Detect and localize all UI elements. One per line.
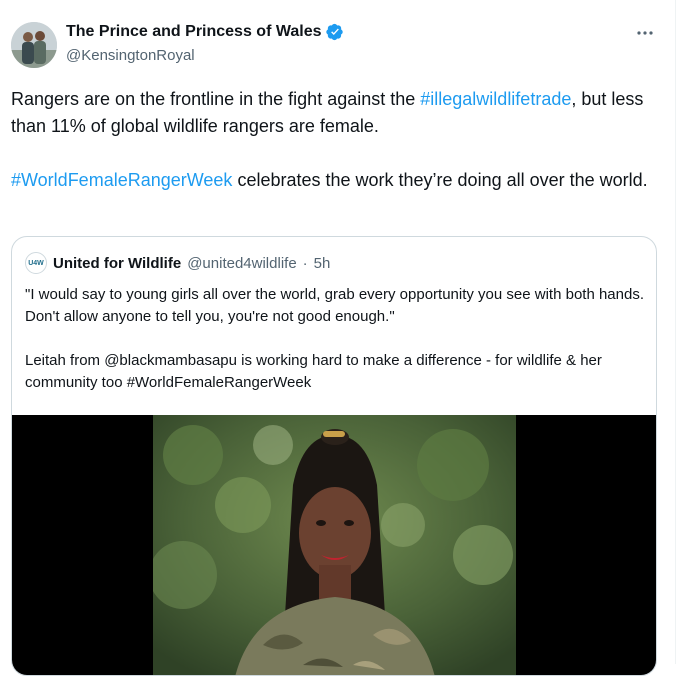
quoted-separator: · (302, 254, 308, 272)
avatar[interactable] (11, 22, 57, 68)
avatar-photo (11, 22, 57, 68)
quoted-handle[interactable]: @united4wildlife (187, 255, 296, 272)
tweet-paragraph: #WorldFemaleRangerWeek celebrates the wo… (11, 167, 667, 194)
more-options-button[interactable] (634, 22, 656, 44)
more-options-icon (637, 31, 653, 35)
quoted-display-name[interactable]: United for Wildlife (53, 255, 181, 272)
tweet-text-part: celebrates the work they’re doing all ov… (232, 170, 648, 190)
quoted-paragraph: Leitah from @blackmambasapu is working h… (25, 352, 602, 391)
quoted-tweet-header: U4W United for Wildlife @united4wildlife… (25, 252, 330, 274)
author-handle[interactable]: @KensingtonRoyal (66, 47, 195, 64)
video-frame (153, 415, 516, 675)
tweet-text: Rangers are on the frontline in the figh… (11, 86, 667, 194)
hashtag-link[interactable]: #WorldFemaleRangerWeek (11, 170, 232, 190)
author-name-row: The Prince and Princess of Wales (66, 23, 344, 41)
hashtag-link[interactable]: #illegalwildlifetrade (420, 89, 571, 109)
video-still-image (153, 415, 516, 675)
tweet-paragraph: Rangers are on the frontline in the figh… (11, 86, 667, 140)
quoted-avatar[interactable]: U4W (25, 252, 47, 274)
quoted-video[interactable] (12, 415, 656, 675)
quoted-timestamp[interactable]: 5h (314, 255, 331, 272)
tweet: The Prince and Princess of Wales @Kensin… (0, 0, 676, 676)
author-display-name[interactable]: The Prince and Princess of Wales (66, 23, 322, 41)
quoted-avatar-logo: U4W (28, 259, 44, 267)
quoted-text: "I would say to young girls all over the… (25, 284, 645, 394)
quoted-paragraph: "I would say to young girls all over the… (25, 286, 644, 325)
verified-badge-icon[interactable] (325, 23, 344, 41)
tweet-text-part: Rangers are on the frontline in the figh… (11, 89, 421, 109)
quoted-tweet[interactable]: U4W United for Wildlife @united4wildlife… (11, 236, 657, 676)
